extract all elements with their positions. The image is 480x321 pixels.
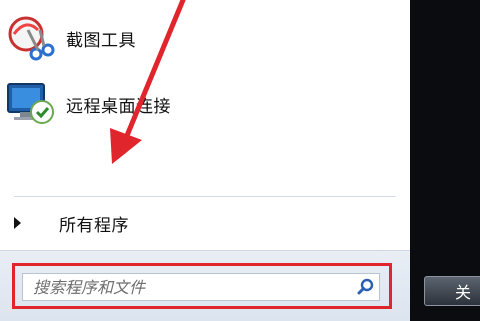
program-item-snipping-tool[interactable]: 截图工具 [4,12,304,64]
program-item-remote-desktop[interactable]: 远程桌面连接 [4,78,304,130]
search-highlight-box [12,263,392,309]
all-programs-label: 所有程序 [59,215,129,236]
start-menu-right-pane [410,0,480,320]
remote-desktop-icon [4,78,58,130]
shutdown-button[interactable]: 关 [424,276,480,306]
divider [14,196,396,197]
program-label: 截图工具 [66,30,136,51]
right-arrow-icon [14,217,21,229]
all-programs-button[interactable]: 所有程序 [10,208,310,238]
snipping-tool-icon [4,12,58,64]
shutdown-label: 关 [455,283,472,302]
program-label: 远程桌面连接 [66,96,171,117]
